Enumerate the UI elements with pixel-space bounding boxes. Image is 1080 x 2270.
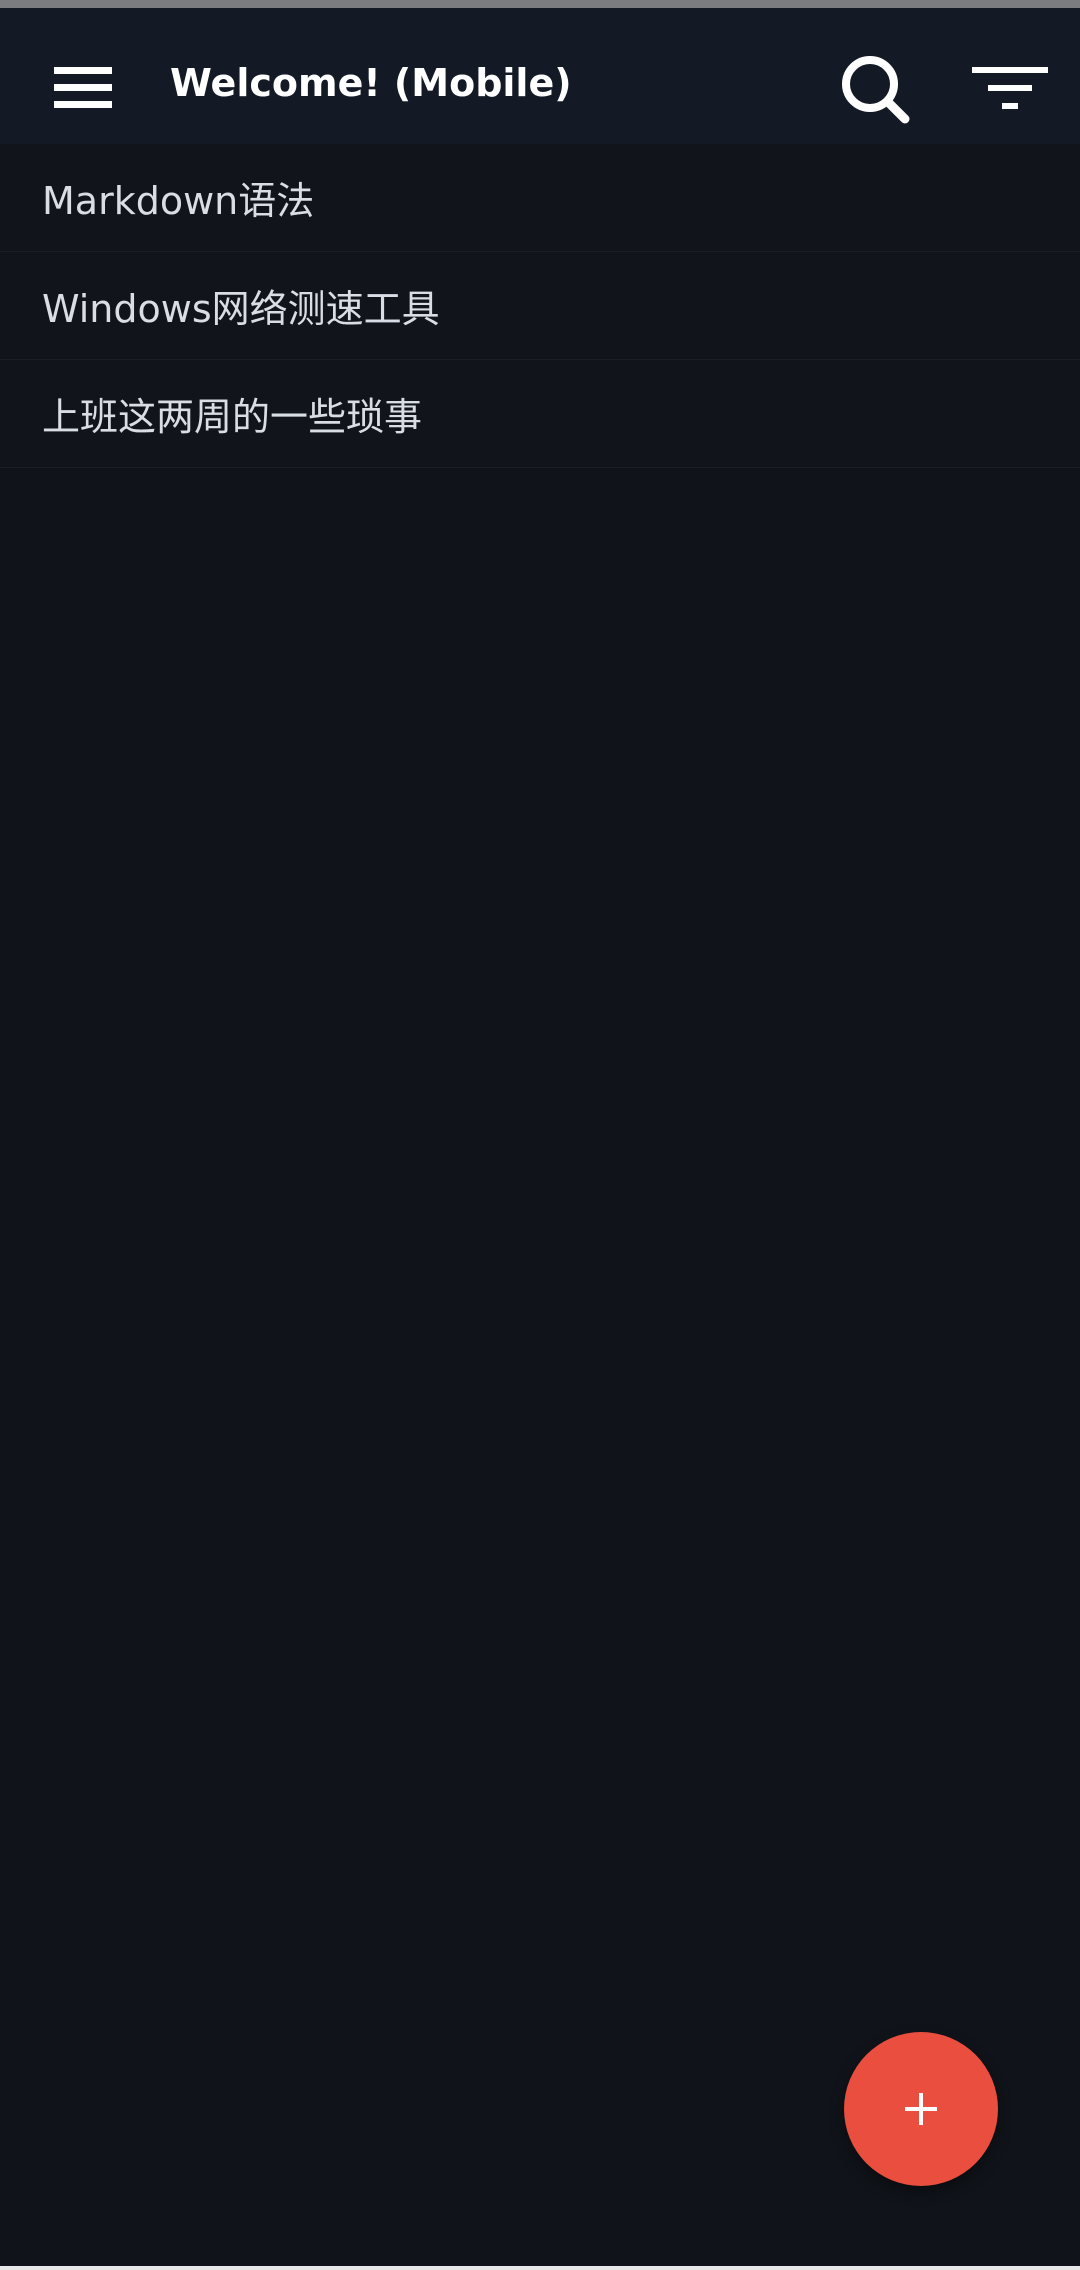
filter-icon — [972, 67, 1048, 109]
hamburger-menu-icon — [54, 67, 112, 108]
filter-button[interactable] — [960, 44, 1060, 134]
add-note-button[interactable] — [844, 2032, 998, 2186]
navigation-bar-strip — [0, 2266, 1080, 2270]
app-bar: Welcome! (Mobile) — [0, 8, 1080, 144]
search-button[interactable] — [830, 44, 920, 134]
note-list: Markdown语法 Windows网络测速工具 上班这两周的一些琐事 — [0, 144, 1080, 468]
plus-icon — [905, 2093, 937, 2125]
list-item[interactable]: Windows网络测速工具 — [0, 252, 1080, 360]
note-app-screen: Welcome! (Mobile) Markdown语法 Windows网络测速… — [0, 0, 1080, 2270]
status-bar-strip — [0, 0, 1080, 8]
menu-button[interactable] — [38, 48, 128, 128]
note-title: Markdown语法 — [42, 179, 315, 223]
list-item[interactable]: 上班这两周的一些琐事 — [0, 360, 1080, 468]
search-icon — [842, 56, 910, 124]
list-item[interactable]: Markdown语法 — [0, 144, 1080, 252]
note-title: 上班这两周的一些琐事 — [42, 395, 423, 439]
page-title: Welcome! (Mobile) — [170, 61, 572, 105]
note-title: Windows网络测速工具 — [42, 287, 440, 331]
